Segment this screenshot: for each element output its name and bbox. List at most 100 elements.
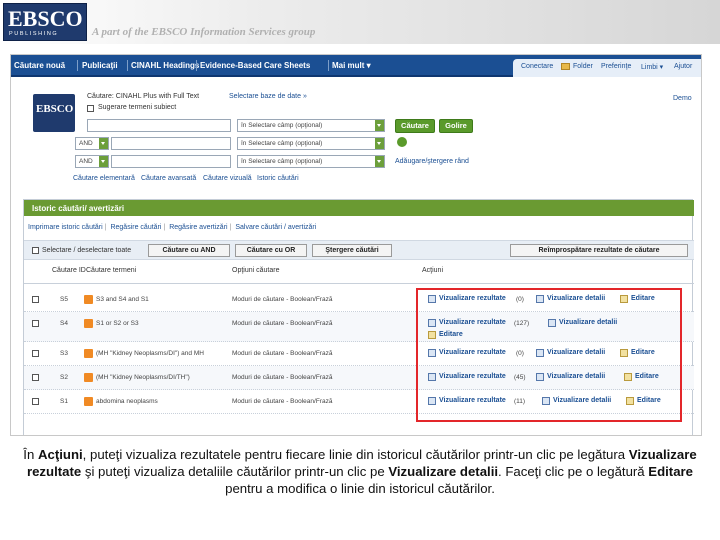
boolean-select-1-value: AND	[79, 140, 93, 147]
boolean-select-1[interactable]: AND	[75, 137, 109, 150]
row-id: S2	[60, 374, 68, 381]
row-terms: abdomina neoplasms	[96, 398, 158, 405]
search-input-1[interactable]	[87, 119, 231, 132]
tagline: A part of the EBSCO Information Services…	[92, 26, 316, 38]
history-column-headers: Căutare ID Căutare termeni Opţiuni căuta…	[24, 264, 694, 284]
rss-icon[interactable]	[84, 373, 93, 382]
rss-icon[interactable]	[84, 349, 93, 358]
row-checkbox[interactable]	[32, 350, 39, 357]
row-terms: (MH "Kidney Neoplasms/DI/TH")	[96, 374, 190, 381]
col-search-id[interactable]: Căutare ID	[52, 267, 86, 274]
folder-link[interactable]: Folder	[573, 63, 593, 70]
signin-link[interactable]: Conectare	[521, 63, 553, 70]
languages-menu[interactable]: Limbi ▾	[641, 63, 663, 71]
nav-care-sheets[interactable]: Evidence-Based Care Sheets	[200, 61, 310, 70]
row-id: S4	[60, 320, 68, 327]
row-options: Moduri de căutare - Boolean/Frază	[232, 350, 333, 357]
refresh-results-button[interactable]: Reîmprospătare rezultate de căutare	[510, 244, 688, 257]
main-navbar: Căutare nouă Publicaţii CINAHL Headings …	[11, 55, 701, 77]
boolean-select-2-value: AND	[79, 158, 93, 165]
row-terms: (MH "Kidney Neoplasms/DI") and MH	[96, 350, 204, 357]
retrieve-alerts-link[interactable]: Regăsire avertizări	[169, 224, 227, 231]
logo-subtext: PUBLISHING	[9, 31, 59, 37]
rss-icon[interactable]	[84, 319, 93, 328]
add-row-icon[interactable]	[397, 137, 407, 147]
field-select-2[interactable]: în Selectare câmp (opţional)	[237, 137, 385, 150]
advanced-search-link[interactable]: Căutare avansată	[141, 175, 196, 182]
select-all-label: Selectare / deselectare toate	[42, 247, 132, 254]
history-toolbar: Selectare / deselectare toate Căutare cu…	[24, 240, 694, 260]
actions-highlight-box	[416, 288, 682, 422]
row-options: Moduri de căutare - Boolean/Frază	[232, 296, 333, 303]
nav-cinahl-headings[interactable]: CINAHL Headings	[131, 61, 199, 70]
search-input-2[interactable]	[111, 137, 231, 150]
demo-link[interactable]: Demo	[673, 95, 692, 102]
nav-separator	[196, 60, 197, 71]
row-options: Moduri de căutare - Boolean/Frază	[232, 374, 333, 381]
visual-search-link[interactable]: Căutare vizuală	[203, 175, 252, 182]
row-checkbox[interactable]	[32, 374, 39, 381]
top-right-toolbar: Conectare Folder Preferinţe Limbi ▾ Ajut…	[513, 59, 701, 77]
caption-text: şi puteţi vizualiza detaliile căutărilor…	[81, 464, 389, 479]
row-id: S1	[60, 398, 68, 405]
search-button[interactable]: Căutare	[395, 119, 435, 133]
add-remove-row-link[interactable]: Adăugare/ştergere rând	[395, 158, 469, 165]
database-logo-text: EBSCO	[36, 103, 74, 115]
boolean-select-2[interactable]: AND	[75, 155, 109, 168]
field-select-1-value: în Selectare câmp (opţional)	[241, 122, 323, 129]
nav-separator	[77, 60, 78, 71]
chevron-down-icon	[375, 156, 384, 167]
chevron-down-icon	[375, 138, 384, 149]
row-terms: S1 or S2 or S3	[96, 320, 139, 327]
folder-icon	[561, 63, 570, 70]
field-select-3-value: în Selectare câmp (opţional)	[241, 158, 323, 165]
top-banner: EBSCO PUBLISHING A part of the EBSCO Inf…	[0, 0, 720, 44]
preferences-link[interactable]: Preferinţe	[601, 63, 631, 70]
search-area: EBSCO Căutare: CINAHL Plus with Full Tex…	[11, 79, 701, 189]
choose-databases-link[interactable]: Selectare baze de date »	[229, 93, 307, 100]
row-checkbox[interactable]	[32, 296, 39, 303]
chevron-down-icon	[99, 156, 108, 167]
slide: EBSCO PUBLISHING A part of the EBSCO Inf…	[0, 0, 720, 540]
search-input-3[interactable]	[111, 155, 231, 168]
caption-text: , puteţi vizualiza rezultatele pentru fi…	[82, 447, 629, 462]
history-title: Istoric căutări/ avertizări	[32, 204, 125, 213]
field-select-1[interactable]: în Selectare câmp (opţional)	[237, 119, 385, 132]
row-checkbox[interactable]	[32, 398, 39, 405]
col-search-terms[interactable]: Căutare termeni	[86, 267, 136, 274]
col-search-options: Opţiuni căutare	[232, 267, 280, 274]
nav-separator	[328, 60, 329, 71]
nav-separator	[127, 60, 128, 71]
save-searches-link[interactable]: Salvare căutări / avertizări	[235, 224, 316, 231]
caption-bold-view-details: Vizualizare detalii	[388, 464, 499, 479]
caption-text: . Faceţi clic pe o legătură	[498, 464, 649, 479]
row-terms: S3 and S4 and S1	[96, 296, 149, 303]
col-actions: Acţiuni	[422, 267, 444, 274]
field-select-3[interactable]: în Selectare câmp (opţional)	[237, 155, 385, 168]
caption-bold-actions: Acţiuni	[37, 447, 83, 462]
print-history-link[interactable]: Imprimare istoric căutări	[28, 224, 103, 231]
row-options: Moduri de căutare - Boolean/Frază	[232, 320, 333, 327]
rss-icon[interactable]	[84, 397, 93, 406]
nav-new-search[interactable]: Căutare nouă	[14, 61, 65, 70]
searching-label: Căutare: CINAHL Plus with Full Text	[87, 93, 200, 100]
nav-publications[interactable]: Publicaţii	[82, 61, 118, 70]
retrieve-searches-link[interactable]: Regăsire căutări	[110, 224, 161, 231]
search-history-link[interactable]: Istoric căutări	[257, 175, 299, 182]
basic-search-link[interactable]: Căutare elementară	[73, 175, 135, 182]
clear-button[interactable]: Golire	[439, 119, 473, 133]
delete-searches-button[interactable]: Ştergere căutări	[312, 244, 392, 257]
row-checkbox[interactable]	[32, 320, 39, 327]
history-links: Imprimare istoric căutări | Regăsire căut…	[28, 224, 317, 231]
logo-text: EBSCO	[8, 6, 83, 31]
chevron-down-icon	[99, 138, 108, 149]
suggest-terms-checkbox[interactable]	[87, 105, 94, 112]
nav-more-menu[interactable]: Mai mult ▾	[332, 61, 371, 70]
rss-icon[interactable]	[84, 295, 93, 304]
search-with-and-button[interactable]: Căutare cu AND	[148, 244, 230, 257]
help-link[interactable]: Ajutor	[674, 63, 692, 70]
select-all-checkbox[interactable]	[32, 247, 39, 254]
search-with-or-button[interactable]: Căutare cu OR	[235, 244, 307, 257]
ebsco-logo: EBSCO PUBLISHING	[3, 3, 87, 41]
database-logo: EBSCO	[33, 94, 75, 132]
